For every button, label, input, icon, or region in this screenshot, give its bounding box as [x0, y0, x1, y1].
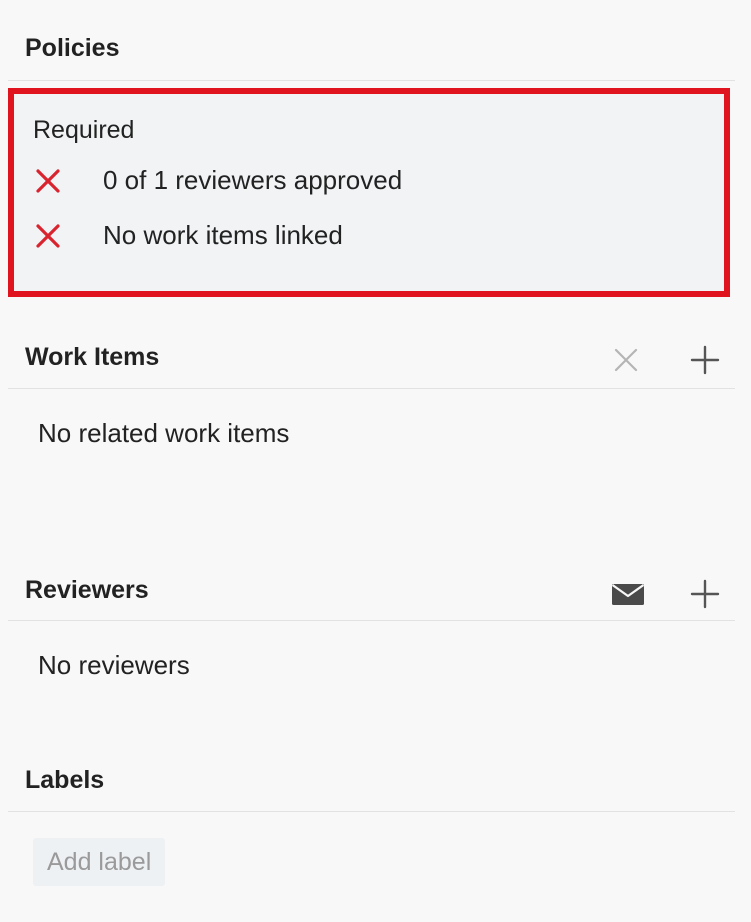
no-reviewers-text: No reviewers [38, 650, 190, 680]
policy-reviewers-approved[interactable]: 0 of 1 reviewers approved [103, 165, 402, 196]
reviewers-divider [8, 620, 735, 621]
close-icon [614, 348, 638, 372]
labels-title: Labels [25, 766, 105, 794]
add-label-button[interactable]: Add label [33, 838, 166, 886]
policies-title: Policies [25, 34, 120, 62]
remove-work-item-button[interactable] [606, 340, 646, 380]
x-icon [36, 169, 60, 193]
policy-work-items-linked[interactable]: No work items linked [103, 220, 343, 251]
policy-failed-icon [33, 166, 63, 196]
required-label: Required [33, 116, 135, 144]
policies-divider [8, 80, 735, 81]
email-reviewers-button[interactable] [608, 574, 648, 614]
envelope-icon [611, 584, 645, 605]
add-work-item-button[interactable] [685, 340, 725, 380]
labels-divider [8, 811, 735, 812]
policy-failed-icon [33, 221, 63, 251]
x-icon [36, 224, 60, 248]
work-items-divider [8, 388, 735, 389]
reviewers-title: Reviewers [25, 576, 149, 604]
pull-request-sidebar: Policies Required 0 of 1 reviewers appro… [0, 0, 751, 922]
plus-icon [690, 579, 720, 609]
work-items-title: Work Items [25, 343, 160, 371]
add-reviewer-button[interactable] [685, 574, 725, 614]
plus-icon [690, 345, 720, 375]
no-work-items-text: No related work items [38, 418, 290, 448]
